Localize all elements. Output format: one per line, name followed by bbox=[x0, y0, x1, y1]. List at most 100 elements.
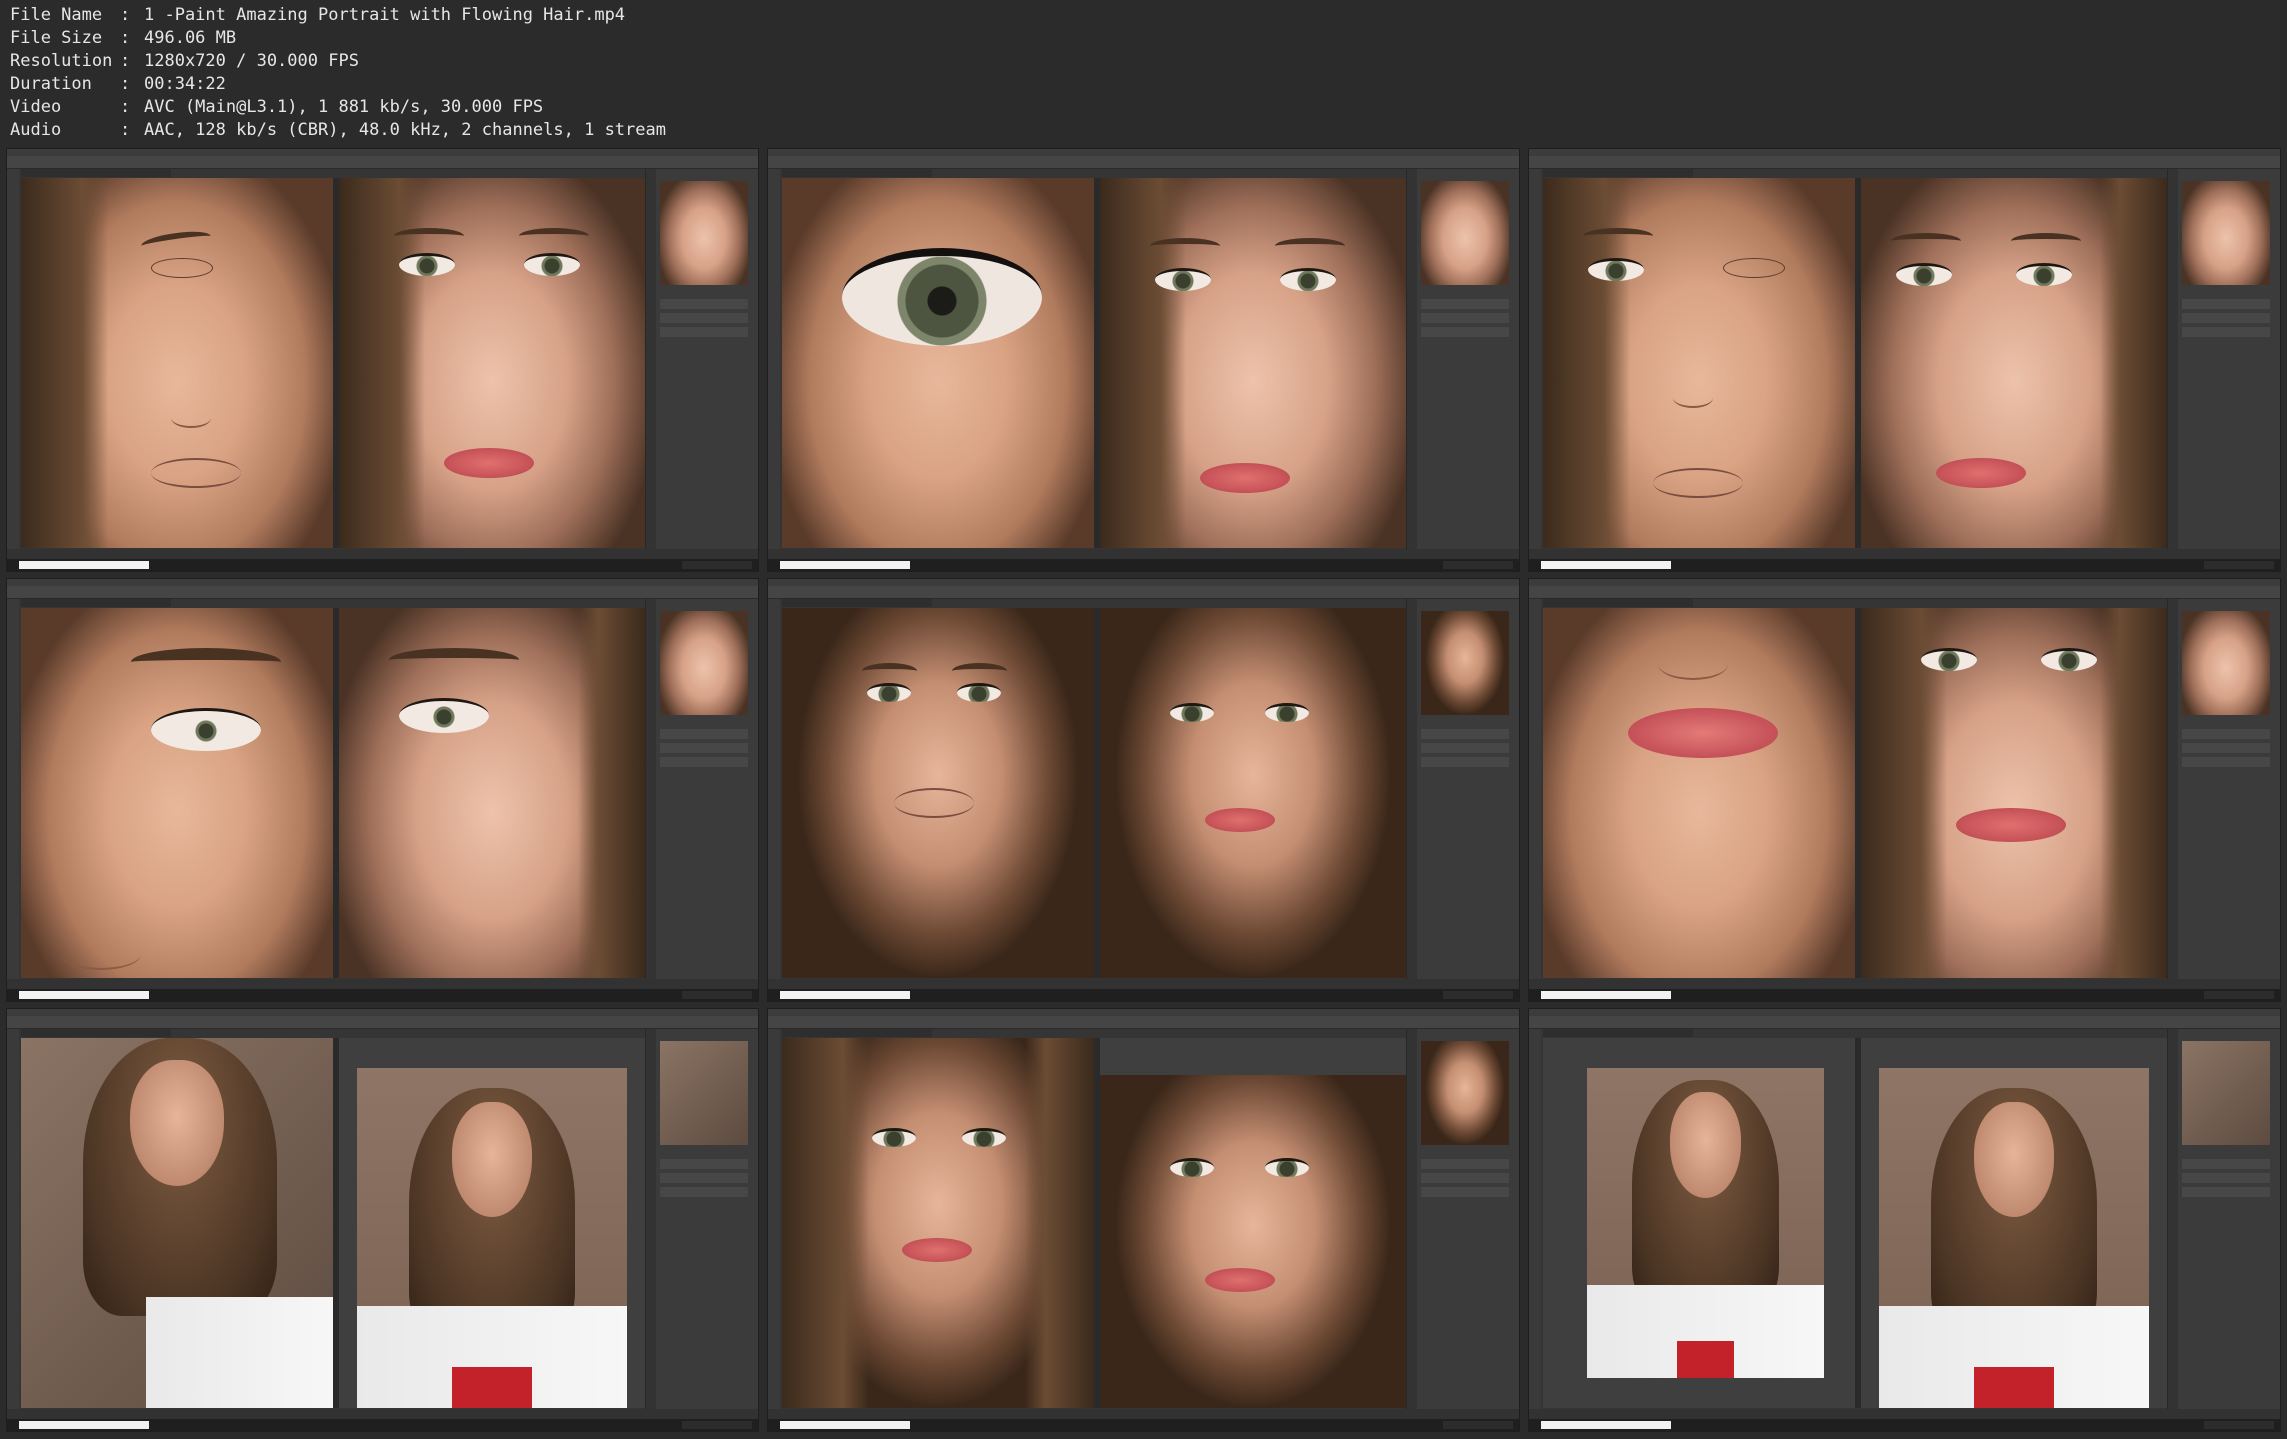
painting-canvas bbox=[782, 608, 1094, 978]
panel-strip bbox=[646, 169, 656, 549]
sketch-lips bbox=[151, 458, 241, 488]
layer-row[interactable] bbox=[1421, 299, 1509, 309]
lips bbox=[444, 448, 534, 478]
canvas-area bbox=[782, 608, 1406, 978]
video-thumbnail-6[interactable] bbox=[1528, 578, 2281, 1002]
lips bbox=[1956, 808, 2066, 842]
painting-frame bbox=[1586, 1067, 1824, 1379]
layer-row[interactable] bbox=[660, 327, 748, 337]
eye bbox=[962, 1128, 1006, 1147]
document-tab bbox=[782, 599, 932, 607]
info-label: Duration bbox=[10, 74, 92, 94]
layer-row[interactable] bbox=[2182, 1187, 2270, 1197]
eye bbox=[957, 683, 1001, 702]
options-bar bbox=[1529, 586, 2280, 599]
video-thumbnail-7[interactable] bbox=[6, 1008, 759, 1432]
status-bar bbox=[768, 979, 1519, 989]
info-value: AVC (Main@L3.1), 1 881 kb/s, 30.000 FPS bbox=[144, 97, 544, 117]
lips bbox=[1936, 458, 2026, 488]
system-tray bbox=[682, 991, 752, 999]
layer-row[interactable] bbox=[1421, 1187, 1509, 1197]
video-thumbnail-2[interactable] bbox=[767, 148, 1520, 572]
tools-panel bbox=[768, 169, 780, 549]
layer-row[interactable] bbox=[1421, 313, 1509, 323]
taskbar-search[interactable] bbox=[1541, 561, 1671, 569]
layer-row[interactable] bbox=[660, 757, 748, 767]
tools-panel bbox=[7, 599, 19, 979]
panel-strip bbox=[1407, 1029, 1417, 1409]
layer-row[interactable] bbox=[2182, 757, 2270, 767]
info-value: AAC, 128 kb/s (CBR), 48.0 kHz, 2 channel… bbox=[144, 120, 666, 140]
status-bar bbox=[1529, 1409, 2280, 1419]
reference-head bbox=[451, 1101, 533, 1218]
sketch-lips bbox=[894, 788, 974, 818]
taskbar-search[interactable] bbox=[780, 561, 910, 569]
layer-row[interactable] bbox=[660, 1173, 748, 1183]
app-menubar bbox=[7, 149, 758, 156]
app-menubar bbox=[1529, 579, 2280, 586]
taskbar-search[interactable] bbox=[780, 991, 910, 999]
layer-row[interactable] bbox=[660, 313, 748, 323]
right-panels bbox=[2167, 599, 2280, 979]
layer-row[interactable] bbox=[2182, 313, 2270, 323]
navigator-panel bbox=[2182, 181, 2270, 285]
reference-photo bbox=[1861, 1038, 2167, 1408]
taskbar-search[interactable] bbox=[1541, 991, 1671, 999]
navigator-panel bbox=[2182, 1041, 2270, 1145]
layer-row[interactable] bbox=[660, 1187, 748, 1197]
painting-canvas bbox=[1543, 178, 1855, 548]
layer-row[interactable] bbox=[2182, 729, 2270, 739]
layer-row[interactable] bbox=[1421, 757, 1509, 767]
layer-row[interactable] bbox=[2182, 1173, 2270, 1183]
taskbar-search[interactable] bbox=[19, 991, 149, 999]
navigator-panel bbox=[2182, 611, 2270, 715]
options-bar bbox=[1529, 1016, 2280, 1029]
document-tab bbox=[1543, 169, 1693, 177]
eye bbox=[867, 683, 911, 702]
video-thumbnail-5[interactable] bbox=[767, 578, 1520, 1002]
app-menubar bbox=[768, 1009, 1519, 1016]
taskbar-search[interactable] bbox=[19, 561, 149, 569]
hair-region bbox=[577, 608, 645, 978]
sketch-nose bbox=[1658, 648, 1728, 680]
layer-row[interactable] bbox=[1421, 327, 1509, 337]
tools-panel bbox=[768, 599, 780, 979]
video-thumbnail-3[interactable] bbox=[1528, 148, 2281, 572]
layer-row[interactable] bbox=[2182, 327, 2270, 337]
canvas-area bbox=[1543, 608, 2167, 978]
layer-row[interactable] bbox=[1421, 1159, 1509, 1169]
panel-strip bbox=[1407, 599, 1417, 979]
reference-photo bbox=[1100, 178, 1406, 548]
system-tray bbox=[2204, 1421, 2274, 1429]
windows-taskbar bbox=[7, 1419, 758, 1431]
red-top bbox=[1676, 1341, 1734, 1379]
painted-head bbox=[1669, 1092, 1741, 1199]
status-bar bbox=[1529, 979, 2280, 989]
layer-row[interactable] bbox=[2182, 743, 2270, 753]
layer-row[interactable] bbox=[1421, 1173, 1509, 1183]
taskbar-search[interactable] bbox=[19, 1421, 149, 1429]
video-thumbnail-8[interactable] bbox=[767, 1008, 1520, 1432]
taskbar-search[interactable] bbox=[780, 1421, 910, 1429]
layer-row[interactable] bbox=[660, 1159, 748, 1169]
layer-row[interactable] bbox=[660, 729, 748, 739]
video-thumbnail-4[interactable] bbox=[6, 578, 759, 1002]
video-thumbnail-1[interactable] bbox=[6, 148, 759, 572]
info-row-file-size: File Size:496.06 MB bbox=[10, 27, 666, 50]
layer-row[interactable] bbox=[660, 299, 748, 309]
app-menubar bbox=[1529, 1009, 2280, 1016]
layer-row[interactable] bbox=[660, 743, 748, 753]
options-bar bbox=[768, 156, 1519, 169]
red-top bbox=[451, 1367, 533, 1408]
layer-row[interactable] bbox=[2182, 299, 2270, 309]
navigator-thumbnail bbox=[1421, 181, 1509, 285]
info-value: 00:34:22 bbox=[144, 74, 226, 94]
taskbar-search[interactable] bbox=[1541, 1421, 1671, 1429]
layer-row[interactable] bbox=[1421, 729, 1509, 739]
layer-row[interactable] bbox=[1421, 743, 1509, 753]
eye bbox=[1921, 648, 1977, 671]
info-label: Video bbox=[10, 97, 62, 117]
video-thumbnail-9[interactable] bbox=[1528, 1008, 2281, 1432]
eye bbox=[524, 253, 580, 276]
layer-row[interactable] bbox=[2182, 1159, 2270, 1169]
